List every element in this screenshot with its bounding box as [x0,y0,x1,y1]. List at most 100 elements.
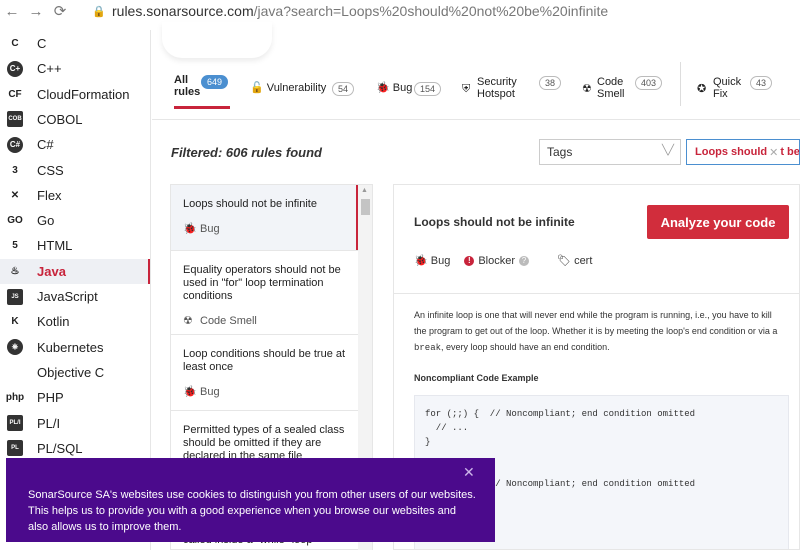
tab-security-hotspot[interactable]: ⛨ Security Hotspot [462,76,517,100]
quick-fix-icon: ✪ [697,83,707,95]
tab-bug[interactable]: 🐞 Bug [376,82,412,94]
url-host: rules.sonarsource.com [112,3,254,19]
tab-smell-line2: Smell [597,88,625,100]
back-arrow-icon[interactable]: ← [0,3,24,20]
sidebar-item-java[interactable]: ♨ Java [0,258,150,284]
sidebar-item-label: PHP [37,390,64,406]
sidebar-item-label: Java [37,263,66,279]
sidebar-item-kotlin[interactable]: K Kotlin [0,309,150,334]
sidebar-item-label: HTML [37,238,73,254]
url-path: /java?search=Loops%20should%20not%20be%2… [253,3,609,19]
smell-count-badge: 403 [635,76,663,90]
sidebar-item-kubernetes[interactable]: ⎈ Kubernetes [0,335,150,360]
sidebar-item-objective-c[interactable]: Objective C [0,360,150,385]
language-logo-icon: ♨ [10,265,20,277]
sidebar-item-label: C++ [37,61,62,77]
rule-list-item[interactable]: Loops should not be infinite 🐞 Bug [171,185,359,251]
analyze-your-code-button[interactable]: Analyze your code [647,205,789,239]
header-strip [152,22,800,62]
rule-type-bar: All rules 649 🔓 Vulnerability 54 🐞 Bug 1… [152,62,800,120]
rule-list-item[interactable]: Loop conditions should be true at least … [171,335,359,411]
rule-title: Loop conditions should be true at least … [183,348,346,373]
tab-all-line1: All [174,74,189,86]
chevron-down-icon: ╲╱ [661,145,674,156]
sidebar-item-c[interactable]: CC [0,31,150,56]
sidebar-item-label: C# [37,137,54,153]
sidebar-item-cobol[interactable]: COB COBOL [0,107,150,132]
rule-title: Equality operators should not be used in… [183,264,341,302]
tab-quickfix-line2: Fix [713,88,728,100]
address-bar[interactable]: rules.sonarsource.com/java?search=Loops%… [112,3,608,19]
sidebar-item-label: CSS [37,162,64,178]
scroll-up-icon[interactable]: ▲ [361,187,368,194]
rule-detail-meta: 🐞 Bug ! Blocker ? 🏷 cert [414,254,592,268]
close-icon[interactable]: ✕ [463,464,475,480]
detail-tag[interactable]: cert [574,255,592,267]
sidebar-item-php[interactable]: php PHP [0,385,150,410]
sidebar-item-cloudformation[interactable]: CF CloudFormation [0,82,150,107]
language-logo-icon: C# [7,136,23,153]
cookie-banner: ✕ SonarSource SA's websites use cookies … [6,458,495,542]
sidebar-item-css[interactable]: 3 CSS [0,158,150,183]
filtered-count: Filtered: 606 rules found [171,145,322,160]
rule-type-label: Bug [200,386,220,398]
hotspot-count-badge: 38 [539,76,562,90]
reload-icon[interactable]: ⟳ [48,2,72,20]
sidebar-item-c-[interactable]: C# C# [0,132,150,157]
scroll-thumb[interactable] [361,199,370,215]
rule-detail-title: Loops should not be infinite [414,215,575,229]
sidebar-item-label: CloudFormation [37,86,130,102]
tab-all-rules[interactable]: All rules [174,74,200,98]
detail-type: Bug [430,254,451,267]
bug-icon: 🐞 [414,255,428,267]
vulnerability-count-badge: 54 [332,82,355,96]
sidebar-item-c-[interactable]: C+ C++ [0,56,150,81]
bug-icon: 🐞 [183,386,197,398]
rule-description: An infinite loop is one that will never … [414,307,784,356]
tags-select-label: Tags [547,145,573,159]
shield-icon: ⛨ [462,83,471,95]
language-logo-icon: 5 [12,240,18,252]
rule-title: Loops should not be infinite [183,198,317,210]
bug-count-badge: 154 [414,82,442,96]
tab-vulnerability-label: Vulnerability [266,82,327,94]
quickfix-count-badge: 43 [750,76,773,90]
language-logo-icon: ⎈ [7,339,23,356]
code-smell-icon: ☢ [183,315,193,327]
sidebar-item-flex[interactable]: ✕ Flex [0,183,150,208]
detail-severity: Blocker [478,254,516,267]
language-logo-icon [7,364,23,380]
tab-quick-fix[interactable]: ✪ Quick Fix [697,76,741,100]
sidebar-item-html[interactable]: 5 HTML [0,233,150,258]
tab-code-smell[interactable]: ☢ Code Smell [582,76,625,100]
help-icon[interactable]: ? [519,255,530,266]
rule-list-item[interactable]: Equality operators should not be used in… [171,251,359,335]
language-logo-icon: JS [7,288,23,305]
lock-icon[interactable]: 🔒 [92,5,106,18]
tab-bug-label: Bug [392,82,413,94]
tab-divider [680,62,681,106]
forward-arrow-icon[interactable]: → [24,3,48,20]
sidebar-item-pl-i[interactable]: PL/I PL/I [0,411,150,436]
tab-quickfix-line1: Quick [713,76,742,88]
clear-search-icon[interactable]: ✕ [769,146,778,159]
rule-title: Permitted types of a sealed class should… [183,424,345,462]
code-smell-icon: ☢ [582,83,592,95]
search-input-value: Loops should [695,146,768,158]
tab-vulnerability[interactable]: 🔓 Vulnerability [250,82,326,94]
header-shadow [162,22,272,58]
sidebar-item-javascript[interactable]: JS JavaScript [0,284,150,309]
tags-select[interactable]: Tags ╲╱ [539,139,681,165]
sidebar-item-label: Objective C [37,364,105,380]
search-input[interactable]: Loops should ✕ t be in [686,139,800,165]
language-logo-icon: PL/I [7,415,23,431]
description-part2: , every loop should have an end conditio… [441,342,610,352]
sidebar-item-label: Go [37,213,55,229]
tab-hotspot-line2: Hotspot [477,88,515,100]
sidebar-item-go[interactable]: GO Go [0,208,150,233]
search-input-tail: t be in [780,146,800,158]
sidebar-item-label: Kubernetes [37,339,104,355]
lock-open-icon: 🔓 [250,82,264,94]
cookie-text: SonarSource SA's websites use cookies to… [28,489,476,533]
noncompliant-heading: Noncompliant Code Example [414,373,539,383]
